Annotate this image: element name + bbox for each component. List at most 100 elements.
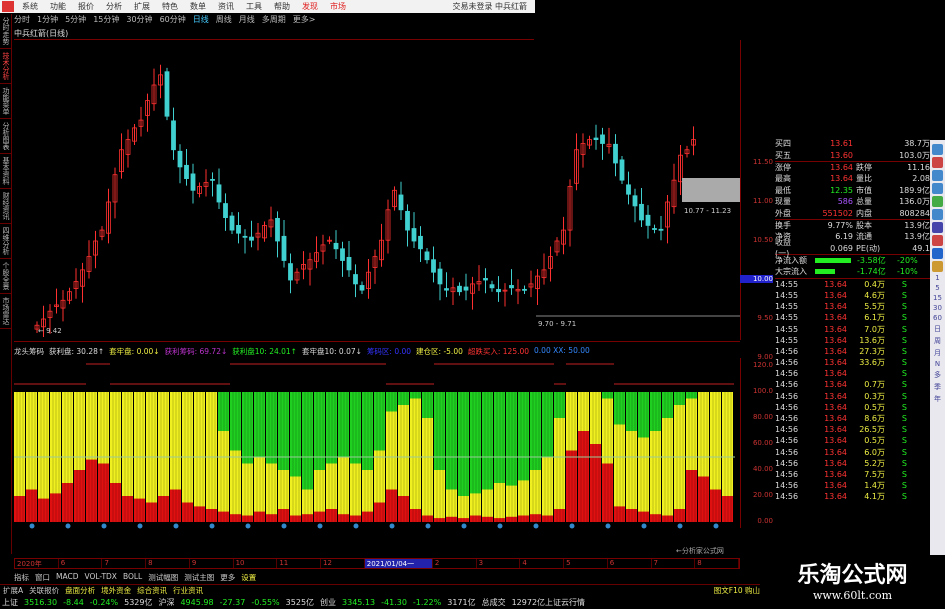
status-item: -0.24% [89, 598, 119, 607]
status-item: 上证 [2, 598, 18, 607]
indicator-bar-red [410, 509, 421, 522]
date-tick: 6 [608, 559, 652, 568]
status-bar: 上证 3516.30 -8.44 -0.24% 5329亿 沪深 4945.98 -27.37… [0, 596, 760, 609]
signal-marker [353, 523, 359, 529]
trade-side: S [901, 425, 907, 435]
period-shortcut[interactable]: 月 [934, 348, 941, 358]
tool-icon[interactable] [932, 170, 943, 181]
extension-tab[interactable]: 扩展A [3, 585, 23, 595]
candle-body [489, 284, 495, 289]
tool-icon[interactable] [932, 209, 943, 220]
trade-time: 14:56 [775, 369, 799, 379]
period-shortcut[interactable]: 15 [933, 294, 942, 302]
candle-body [210, 178, 215, 181]
indicator-bar-red [230, 514, 241, 522]
candle-body [288, 263, 293, 281]
period-shortcut[interactable]: 年 [934, 394, 941, 404]
period-shortcut[interactable]: 周 [934, 336, 941, 346]
indicator-bar-green [422, 392, 433, 418]
trade-price: 13.64 [824, 492, 847, 502]
candle-body [457, 285, 462, 293]
candle-body [645, 214, 651, 226]
date-axis: 2020年 6 7 8 9 10 11 12 2021/01/04一 2 3 4 5 6 7 8 [14, 558, 740, 569]
stat-label: 最高 [775, 174, 791, 184]
indicator-bar-green [602, 392, 613, 399]
indicator-bar-green [626, 392, 637, 431]
tool-icon[interactable] [932, 183, 943, 194]
extension-tab[interactable]: 境外资金 [101, 585, 131, 595]
date-tick: 8 [146, 559, 190, 568]
tool-icon[interactable] [932, 222, 943, 233]
tool-icon[interactable] [932, 144, 943, 155]
period-shortcut[interactable]: 60 [933, 314, 942, 322]
f10-button[interactable]: 图文F10 购山 [714, 585, 760, 595]
indicator-tab[interactable]: 测试幅图 [148, 572, 178, 583]
extension-tab[interactable]: 关联报价 [29, 585, 59, 595]
period-shortcut[interactable]: N [935, 360, 940, 368]
trade-side: S [901, 279, 907, 289]
indicator-tab[interactable]: 窗口 [35, 572, 50, 583]
trade-time: 14:56 [775, 391, 799, 401]
indicator-bar-green [674, 392, 685, 405]
period-shortcut[interactable]: 5 [935, 284, 939, 292]
tool-icon[interactable] [932, 248, 943, 259]
trade-time: 14:56 [775, 425, 799, 435]
trade-side: S [901, 469, 907, 479]
trade-time: 14:55 [775, 279, 799, 289]
stat-value: 49.1 [912, 243, 930, 253]
indicator-tab[interactable]: VOL-TDX [84, 572, 116, 583]
indicator-bar-green [686, 392, 697, 399]
indicator-bar-red [494, 518, 505, 522]
period-shortcut[interactable]: 日 [934, 324, 941, 334]
indicator-bar-red [458, 518, 469, 522]
tool-icon[interactable] [932, 261, 943, 272]
indicator-bar-green [398, 392, 409, 405]
stat-label: 市值 [856, 185, 872, 195]
tool-icon[interactable] [932, 157, 943, 168]
indicator-bar-red [278, 509, 289, 522]
indicator-tab[interactable]: BOLL [123, 572, 142, 583]
indicator-value: 套牢盘10: 0.07↓ [301, 347, 362, 356]
candle-body [619, 159, 625, 181]
candle-body [444, 288, 449, 291]
indicator-tab[interactable]: 测试主图 [184, 572, 214, 583]
indicator-bar-red [206, 509, 217, 522]
indicator-bar-red [350, 515, 361, 522]
candle-body [398, 194, 404, 211]
extension-tab[interactable]: 综合资讯 [137, 585, 167, 595]
indicator-bar-green [302, 392, 313, 490]
indicator-tab[interactable]: 更多 [220, 572, 235, 583]
period-shortcut[interactable]: 多 [934, 370, 941, 380]
indicator-bar-red [446, 516, 457, 522]
period-shortcut[interactable]: 30 [933, 304, 942, 312]
signal-marker [173, 523, 179, 529]
bid-volume: 103.0万 [899, 150, 930, 160]
period-shortcut[interactable]: 1 [935, 274, 939, 282]
signal-marker [425, 523, 431, 529]
candle-body [632, 195, 638, 207]
date-tick: 2020年 [15, 559, 59, 568]
flow-percent: -10% [897, 267, 918, 277]
indicator-axis: 120.0 100.0 80.00 60.00 40.00 20.00 0.00 [740, 0, 773, 540]
extension-tab[interactable]: 行业资讯 [173, 585, 203, 595]
bid-row: 买五 13.60 103.0万 [775, 149, 930, 160]
indicator-tab[interactable]: MACD [56, 572, 78, 583]
stat-value: 0.069 [830, 243, 853, 253]
indicator-tabs: 指标 窗口 MACD VOL-TDX BOLL 测试幅图 测试主图 更多 设置 [14, 572, 256, 583]
indicator-tab[interactable]: 设置 [241, 572, 256, 583]
trade-price: 13.64 [824, 447, 847, 457]
candle-body [353, 274, 358, 285]
low-price-label: ← 9.42 [38, 327, 62, 335]
trade-side: S [901, 414, 907, 424]
stat-value: 13.9亿 [904, 220, 930, 230]
candle-body [437, 268, 443, 285]
tool-icon[interactable] [932, 196, 943, 207]
tool-icon[interactable] [932, 235, 943, 246]
trade-row: 14:55 13.64 0.4万 S [775, 279, 930, 290]
trade-time: 14:56 [775, 380, 799, 390]
indicator-tab[interactable]: 指标 [14, 572, 29, 583]
period-shortcut[interactable]: 季 [934, 382, 941, 392]
trade-volume: 4.6万 [864, 290, 885, 300]
extension-tab[interactable]: 盘面分析 [65, 585, 95, 595]
trade-time: 14:56 [775, 458, 799, 468]
